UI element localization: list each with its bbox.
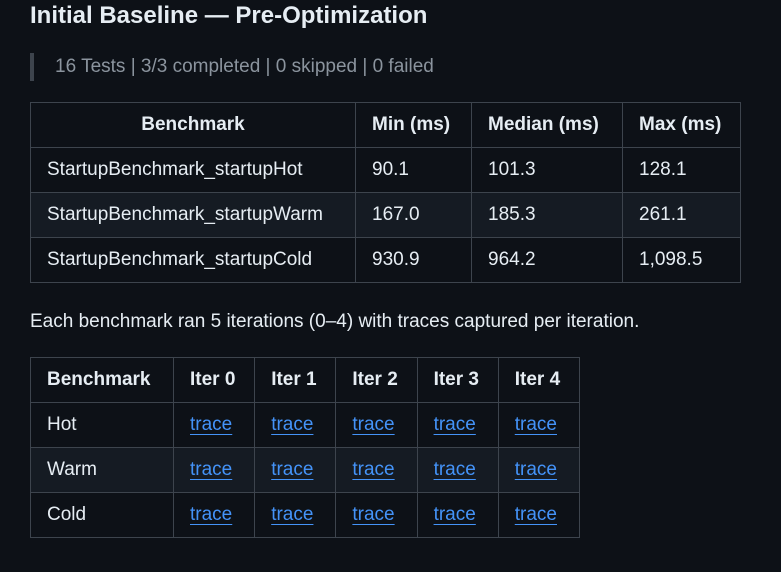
trace-cell: trace [335, 447, 418, 493]
table-row: Hot trace trace trace trace trace [30, 402, 581, 448]
table-row: StartupBenchmark_startupWarm 167.0 185.3… [30, 192, 741, 238]
benchmark-name-cell: Warm [30, 447, 174, 493]
trace-cell: trace [172, 492, 256, 538]
trace-link[interactable]: trace [271, 414, 313, 435]
min-cell: 930.9 [355, 237, 472, 283]
trace-cell: trace [497, 447, 581, 493]
trace-link[interactable]: trace [515, 414, 557, 435]
trace-link[interactable]: trace [352, 504, 394, 525]
column-header-iter-3: Iter 3 [416, 357, 499, 403]
trace-link[interactable]: trace [352, 459, 394, 480]
trace-cell: trace [416, 447, 499, 493]
table-row: Warm trace trace trace trace trace [30, 447, 581, 493]
median-cell: 101.3 [471, 147, 623, 193]
trace-cell: trace [172, 402, 256, 448]
traces-header-row: Benchmark Iter 0 Iter 1 Iter 2 Iter 3 It… [30, 357, 581, 403]
benchmark-name-cell: Cold [30, 492, 174, 538]
benchmark-name-cell: Hot [30, 402, 174, 448]
trace-cell: trace [497, 402, 581, 448]
trace-link[interactable]: trace [434, 414, 476, 435]
column-header-benchmark: Benchmark [30, 102, 356, 148]
min-cell: 167.0 [355, 192, 472, 238]
column-header-iter-4: Iter 4 [497, 357, 581, 403]
benchmark-name-cell: StartupBenchmark_startupWarm [30, 192, 356, 238]
test-summary-blockquote: 16 Tests | 3/3 completed | 0 skipped | 0… [30, 53, 434, 81]
results-table: Benchmark Min (ms) Median (ms) Max (ms) … [30, 102, 741, 283]
median-cell: 185.3 [471, 192, 623, 238]
column-header-iter-2: Iter 2 [335, 357, 418, 403]
column-header-max: Max (ms) [622, 102, 741, 148]
results-header-row: Benchmark Min (ms) Median (ms) Max (ms) [30, 102, 741, 148]
max-cell: 1,098.5 [622, 237, 741, 283]
trace-link[interactable]: trace [271, 459, 313, 480]
trace-link[interactable]: trace [434, 504, 476, 525]
column-header-min: Min (ms) [355, 102, 472, 148]
trace-cell: trace [416, 492, 499, 538]
trace-cell: trace [497, 492, 581, 538]
trace-cell: trace [416, 402, 499, 448]
trace-link[interactable]: trace [190, 459, 232, 480]
column-header-iter-0: Iter 0 [172, 357, 256, 403]
table-row: Cold trace trace trace trace trace [30, 492, 581, 538]
table-row: StartupBenchmark_startupCold 930.9 964.2… [30, 237, 741, 283]
trace-cell: trace [254, 447, 337, 493]
trace-link[interactable]: trace [190, 504, 232, 525]
column-header-iter-1: Iter 1 [254, 357, 337, 403]
trace-cell: trace [335, 492, 418, 538]
trace-link[interactable]: trace [434, 459, 476, 480]
iterations-note: Each benchmark ran 5 iterations (0–4) wi… [30, 311, 640, 332]
column-header-benchmark: Benchmark [30, 357, 174, 403]
max-cell: 128.1 [622, 147, 741, 193]
benchmark-name-cell: StartupBenchmark_startupHot [30, 147, 356, 193]
table-row: StartupBenchmark_startupHot 90.1 101.3 1… [30, 147, 741, 193]
trace-link[interactable]: trace [352, 414, 394, 435]
trace-cell: trace [254, 492, 337, 538]
max-cell: 261.1 [622, 192, 741, 238]
trace-cell: trace [335, 402, 418, 448]
min-cell: 90.1 [355, 147, 472, 193]
page: Initial Baseline — Pre-Optimization 16 T… [0, 0, 781, 572]
trace-cell: trace [254, 402, 337, 448]
benchmark-name-cell: StartupBenchmark_startupCold [30, 237, 356, 283]
trace-link[interactable]: trace [515, 504, 557, 525]
trace-link[interactable]: trace [190, 414, 232, 435]
trace-cell: trace [172, 447, 256, 493]
traces-table: Benchmark Iter 0 Iter 1 Iter 2 Iter 3 It… [30, 357, 581, 538]
page-title: Initial Baseline — Pre-Optimization [30, 2, 428, 29]
trace-link[interactable]: trace [515, 459, 557, 480]
column-header-median: Median (ms) [471, 102, 623, 148]
trace-link[interactable]: trace [271, 504, 313, 525]
median-cell: 964.2 [471, 237, 623, 283]
